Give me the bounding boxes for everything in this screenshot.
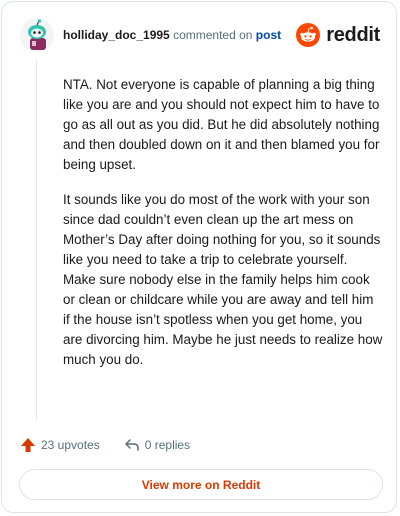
comment-meta: holliday_doc_1995 commented on post (63, 28, 281, 42)
comment-paragraph: NTA. Not everyone is capable of planning… (63, 77, 380, 172)
comment-paragraph: It sounds like you do most of the work w… (63, 192, 383, 367)
post-link[interactable]: post (256, 28, 281, 42)
brand-wordmark: reddit (326, 23, 380, 46)
upvote-count: 23 upvotes (41, 438, 100, 452)
comment-header: holliday_doc_1995 commented on post redd… (20, 18, 382, 54)
view-more-button[interactable]: View more on Reddit (19, 469, 383, 500)
reply-icon (124, 439, 139, 451)
comment-embed-card: holliday_doc_1995 commented on post redd… (1, 1, 397, 513)
avatar[interactable] (20, 18, 54, 52)
username-link[interactable]: holliday_doc_1995 (63, 28, 170, 42)
comment-actions: 23 upvotes 0 replies (20, 436, 214, 454)
reddit-logo-icon (296, 23, 321, 47)
reply-button[interactable]: 0 replies (124, 438, 190, 452)
reddit-brand[interactable]: reddit (296, 23, 380, 47)
action-text: commented on (173, 28, 253, 42)
reply-count: 0 replies (144, 438, 191, 452)
upvote-button[interactable]: 23 upvotes (20, 437, 100, 453)
comment-body: NTA. Not everyone is capable of planning… (63, 75, 383, 385)
upvote-icon (21, 438, 35, 452)
thread-line (36, 60, 37, 420)
